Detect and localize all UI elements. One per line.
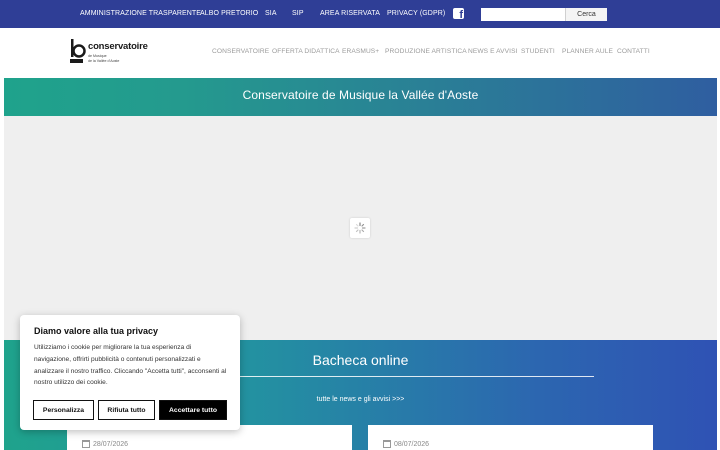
news-date: 28/07/2026 <box>93 441 129 448</box>
link-amministrazione-trasparente[interactable]: AMMINISTRAZIONE TRASPARENTE <box>80 10 201 17</box>
cookie-consent-dialog: Diamo valore alla tua privacy Utilizziam… <box>20 315 240 430</box>
nav-item-produzione-artistica[interactable]: PRODUZIONE ARTISTICA <box>385 48 467 55</box>
link-sia[interactable]: SIA <box>265 10 277 17</box>
nav-item-studenti[interactable]: STUDENTI <box>521 48 555 55</box>
news-date: 08/07/2026 <box>394 441 430 448</box>
hero-title: Conservatoire de Musique la Vallée d'Aos… <box>242 88 479 102</box>
cookie-text: Utilizziamo i cookie per migliorare la t… <box>34 344 227 387</box>
logo-subtitle-2: de la Vallée d'Aoste <box>88 59 120 63</box>
hero-banner: Conservatoire de Musique la Vallée d'Aos… <box>4 78 717 116</box>
logo-mark-icon <box>70 39 86 63</box>
link-sip[interactable]: SIP <box>292 10 304 17</box>
calendar-icon <box>383 440 391 448</box>
facebook-icon[interactable]: f <box>453 8 464 19</box>
loading-spinner-icon <box>350 218 370 238</box>
search-button[interactable]: Cerca <box>565 8 607 21</box>
reject-all-button[interactable]: Rifiuta tutto <box>98 400 155 420</box>
link-albo-pretorio[interactable]: ALBO PRETORIO <box>200 10 258 17</box>
link-area-riservata[interactable]: AREA RISERVATA <box>320 10 380 17</box>
logo-name: conservatoire <box>88 41 148 52</box>
logo[interactable]: conservatoire de Musique de la Vallée d'… <box>69 38 159 64</box>
nav-item-offerta-didattica[interactable]: OFFERTA DIDATTICA <box>272 48 340 55</box>
top-bar: AMMINISTRAZIONE TRASPARENTE ALBO PRETORI… <box>0 0 720 28</box>
nav-item-contatti[interactable]: CONTATTI <box>617 48 650 55</box>
nav-item-conservatoire[interactable]: CONSERVATOIRE <box>212 48 269 55</box>
nav-item-planner-aule[interactable]: PLANNER AULE <box>562 48 613 55</box>
accept-all-button[interactable]: Accettare tutto <box>159 400 227 420</box>
search-input[interactable] <box>481 8 565 21</box>
customize-button[interactable]: Personalizza <box>33 400 94 420</box>
news-card[interactable]: 08/07/2026 <box>368 425 653 450</box>
link-privacy-gdpr[interactable]: PRIVACY (GDPR) <box>387 10 445 17</box>
nav-item-erasmus[interactable]: ERASMUS+ <box>342 48 379 55</box>
cookie-title: Diamo valore alla tua privacy <box>34 326 159 336</box>
nav-item-news-e-avvisi[interactable]: NEWS E AVVISI <box>468 48 518 55</box>
calendar-icon <box>82 440 90 448</box>
logo-subtitle-1: de Musique <box>88 54 107 58</box>
